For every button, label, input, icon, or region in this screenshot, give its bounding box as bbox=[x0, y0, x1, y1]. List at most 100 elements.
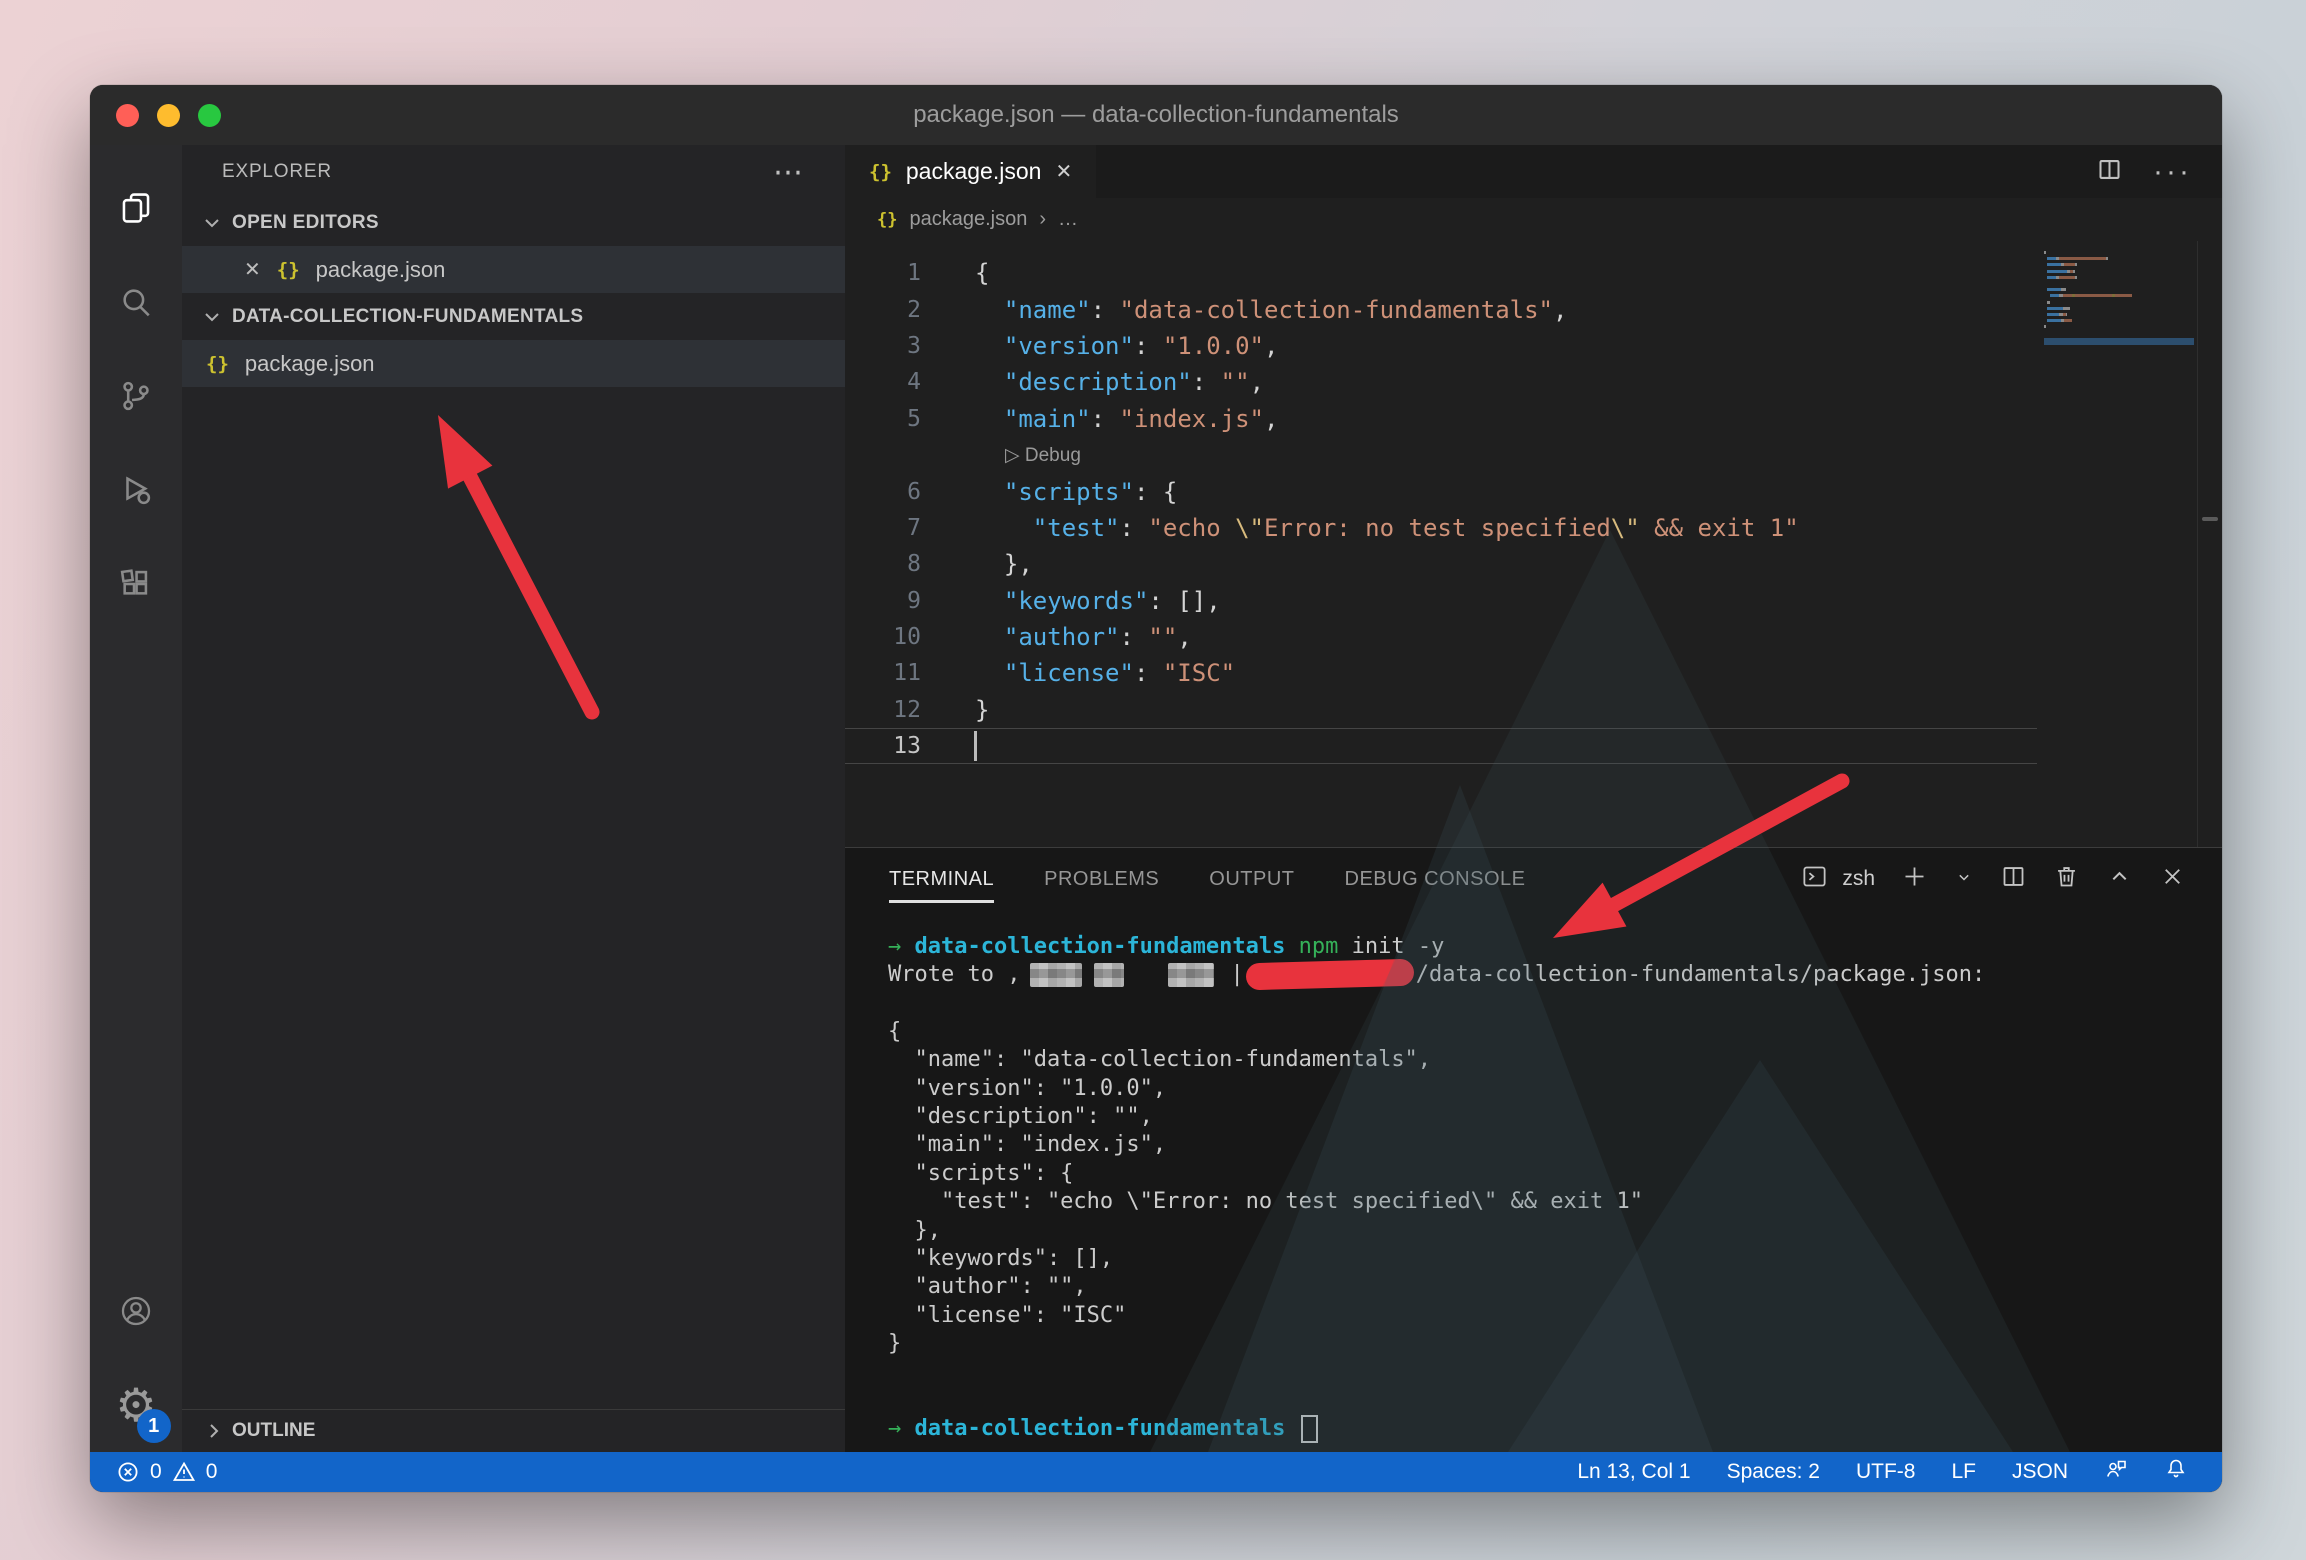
warnings-icon bbox=[172, 1460, 196, 1484]
editor-line-3[interactable]: 3 "version": "1.0.0", bbox=[845, 328, 2037, 364]
breadcrumb-file[interactable]: package.json bbox=[909, 208, 1027, 231]
terminal-shell-icon bbox=[1801, 863, 1828, 895]
line-number: 2 bbox=[845, 297, 975, 323]
scrollbar-thumb[interactable] bbox=[2202, 517, 2218, 521]
folder-section[interactable]: DATA-COLLECTION-FUNDAMENTALS bbox=[182, 293, 845, 340]
tab-problems[interactable]: PROBLEMS bbox=[1044, 862, 1159, 897]
open-editor-item-package-json[interactable]: ✕ {} package.json bbox=[182, 246, 845, 293]
extensions-icon[interactable] bbox=[90, 537, 182, 631]
problems-status[interactable]: 0 0 bbox=[90, 1460, 217, 1484]
editor-line-12[interactable]: 12} bbox=[845, 692, 2037, 728]
redacted-blur bbox=[1168, 963, 1214, 987]
close-window-button[interactable] bbox=[116, 104, 139, 127]
run-debug-icon[interactable] bbox=[90, 443, 182, 537]
cursor-position[interactable]: Ln 13, Col 1 bbox=[1577, 1460, 1690, 1484]
line-number: 10 bbox=[845, 624, 975, 650]
explorer-icon[interactable] bbox=[90, 161, 182, 255]
panel-header: TERMINAL PROBLEMS OUTPUT DEBUG CONSOLE z… bbox=[845, 848, 2222, 910]
terminal-line: "test": "echo \"Error: no test specified… bbox=[888, 1188, 2222, 1216]
chevron-right-icon bbox=[202, 1419, 226, 1443]
file-item-package-json[interactable]: {} package.json bbox=[182, 340, 845, 387]
terminal-line: { bbox=[888, 1017, 2222, 1045]
editor-line-10[interactable]: 10 "author": "", bbox=[845, 619, 2037, 655]
source-control-icon[interactable] bbox=[90, 349, 182, 443]
close-tab-icon[interactable]: ✕ bbox=[1055, 159, 1072, 184]
maximize-panel-icon[interactable] bbox=[2106, 863, 2133, 895]
terminal-line: "license": "ISC" bbox=[888, 1301, 2222, 1329]
editor-line-1[interactable]: 1{ bbox=[845, 255, 2037, 291]
breadcrumb-separator: › bbox=[1039, 208, 1046, 231]
code-editor[interactable]: 1{2 "name": "data-collection-fundamental… bbox=[845, 241, 2222, 847]
explorer-more-actions-icon[interactable]: ⋯ bbox=[773, 155, 805, 190]
minimap-current-line bbox=[2044, 338, 2194, 345]
terminal-line: "scripts": { bbox=[888, 1159, 2222, 1187]
terminal-line: }, bbox=[888, 1216, 2222, 1244]
eol-sequence[interactable]: LF bbox=[1951, 1460, 1976, 1484]
editor-line-5[interactable]: 5 "main": "index.js", bbox=[845, 401, 2037, 437]
kill-terminal-icon[interactable] bbox=[2053, 863, 2080, 895]
terminal-line: "keywords": [], bbox=[888, 1244, 2222, 1272]
line-number: 3 bbox=[845, 333, 975, 359]
tab-terminal[interactable]: TERMINAL bbox=[889, 862, 994, 897]
status-bar: 0 0 Ln 13, Col 1 Spaces: 2 UTF-8 LF JSON bbox=[90, 1452, 2222, 1492]
redaction-marker bbox=[1245, 959, 1414, 991]
encoding[interactable]: UTF-8 bbox=[1856, 1460, 1916, 1484]
search-icon[interactable] bbox=[90, 255, 182, 349]
launch-profile-chevron-icon[interactable] bbox=[1954, 867, 1974, 892]
line-number: 4 bbox=[845, 369, 975, 395]
line-number: 7 bbox=[845, 515, 975, 541]
terminal-output[interactable]: → data-collection-fundamentals npm init … bbox=[845, 910, 2222, 1443]
language-mode[interactable]: JSON bbox=[2012, 1460, 2068, 1484]
terminal-line bbox=[888, 1358, 2222, 1386]
line-number: 1 bbox=[845, 260, 975, 286]
line-number: 5 bbox=[845, 406, 975, 432]
json-file-icon: {} bbox=[877, 210, 897, 230]
editor-tab-bar: {} package.json ✕ ··· bbox=[845, 145, 2222, 198]
breadcrumb-more[interactable]: … bbox=[1058, 208, 1078, 231]
terminal-line: "name": "data-collection-fundamentals", bbox=[888, 1046, 2222, 1074]
desktop: package.json — data-collection-fundament… bbox=[0, 0, 2306, 1560]
editor-line-4[interactable]: 4 "description": "", bbox=[845, 364, 2037, 400]
close-editor-icon[interactable]: ✕ bbox=[244, 257, 261, 282]
line-number: 9 bbox=[845, 588, 975, 614]
feedback-icon[interactable] bbox=[2104, 1457, 2128, 1487]
minimap[interactable] bbox=[2044, 251, 2194, 345]
outline-section[interactable]: OUTLINE bbox=[182, 1409, 845, 1452]
editor-line-8[interactable]: 8 }, bbox=[845, 546, 2037, 582]
accounts-icon[interactable] bbox=[90, 1264, 182, 1358]
indentation[interactable]: Spaces: 2 bbox=[1727, 1460, 1820, 1484]
explorer-title: EXPLORER bbox=[222, 161, 332, 183]
json-file-icon: {} bbox=[277, 259, 300, 281]
json-file-icon: {} bbox=[869, 161, 892, 183]
editor-line-7[interactable]: 7 "test": "echo \"Error: no test specifi… bbox=[845, 510, 2037, 546]
zoom-window-button[interactable] bbox=[198, 104, 221, 127]
minimize-window-button[interactable] bbox=[157, 104, 180, 127]
tab-output[interactable]: OUTPUT bbox=[1209, 862, 1294, 897]
codelens-debug[interactable]: ▷ Debug bbox=[845, 437, 2197, 473]
new-terminal-icon[interactable] bbox=[1901, 863, 1928, 895]
split-editor-icon[interactable] bbox=[2096, 156, 2123, 188]
editor-line-9[interactable]: 9 "keywords": [], bbox=[845, 583, 2037, 619]
notifications-bell-icon[interactable] bbox=[2164, 1457, 2188, 1487]
terminal-line: } bbox=[888, 1329, 2222, 1357]
errors-icon bbox=[116, 1460, 140, 1484]
chevron-down-icon bbox=[200, 305, 224, 329]
settings-gear-icon[interactable]: ⚙1 bbox=[90, 1358, 182, 1452]
editor-line-2[interactable]: 2 "name": "data-collection-fundamentals"… bbox=[845, 291, 2037, 327]
shell-name[interactable]: zsh bbox=[1842, 867, 1875, 891]
explorer-sidebar: EXPLORER ⋯ OPEN EDITORS ✕ {} package.jso… bbox=[182, 145, 845, 1452]
editor-line-13[interactable]: 13 bbox=[845, 728, 2037, 764]
editor-line-6[interactable]: 6 "scripts": { bbox=[845, 473, 2037, 509]
terminal-line bbox=[888, 1386, 2222, 1414]
split-terminal-icon[interactable] bbox=[2000, 863, 2027, 895]
editor-line-11[interactable]: 11 "license": "ISC" bbox=[845, 655, 2037, 691]
redacted-blur bbox=[1030, 963, 1082, 987]
tab-debug-console[interactable]: DEBUG CONSOLE bbox=[1345, 862, 1526, 897]
editor-more-actions-icon[interactable]: ··· bbox=[2153, 155, 2192, 189]
open-editors-section[interactable]: OPEN EDITORS bbox=[182, 199, 845, 246]
close-panel-icon[interactable] bbox=[2159, 863, 2186, 895]
tab-package-json[interactable]: {} package.json ✕ bbox=[845, 145, 1096, 198]
window-controls bbox=[116, 85, 221, 145]
terminal-line: "version": "1.0.0", bbox=[888, 1074, 2222, 1102]
terminal-line: → data-collection-fundamentals npm init … bbox=[888, 932, 2222, 960]
